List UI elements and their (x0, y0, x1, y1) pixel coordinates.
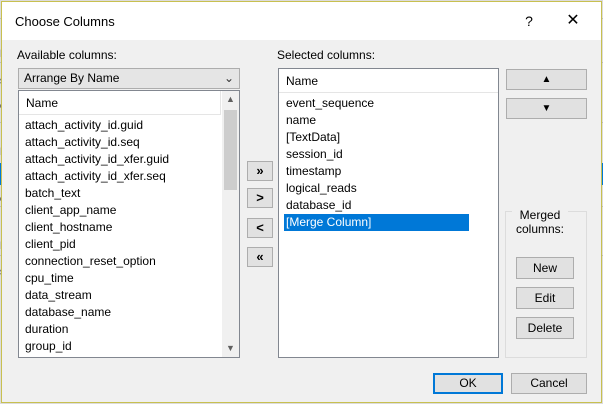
selected-column-header[interactable]: Name (279, 69, 498, 93)
list-item[interactable]: attach_activity_id.seq (19, 134, 239, 151)
remove-all-columns-button[interactable]: « (247, 247, 273, 267)
list-item[interactable]: cpu_time (19, 270, 239, 287)
cancel-button[interactable]: Cancel (511, 373, 587, 394)
list-item[interactable]: connection_reset_option (19, 253, 239, 270)
list-item[interactable]: attach_activity_id_xfer.guid (19, 151, 239, 168)
list-item[interactable]: batch_text (19, 185, 239, 202)
available-columns-label: Available columns: (17, 48, 117, 62)
list-item[interactable]: attach_activity_id_xfer.seq (19, 168, 239, 185)
available-scrollbar[interactable]: ▲ ▼ (222, 91, 239, 357)
list-item[interactable]: database_id (284, 197, 469, 214)
list-item[interactable]: event_sequence (284, 95, 469, 112)
edit-merged-column-button[interactable]: Edit (516, 287, 574, 309)
scroll-down-icon[interactable]: ▼ (222, 340, 239, 357)
ok-button[interactable]: OK (433, 373, 503, 394)
available-columns-list[interactable]: Name attach_activity_id.guid attach_acti… (18, 90, 240, 358)
list-item[interactable]: group_id (19, 338, 239, 355)
merged-columns-label: Merged columns: (512, 208, 568, 236)
add-column-button[interactable]: > (247, 188, 273, 208)
list-item[interactable]: client_hostname (19, 219, 239, 236)
list-item[interactable]: client_pid (19, 236, 239, 253)
chevron-down-icon: ⌄ (223, 71, 234, 85)
close-button[interactable]: ✕ (556, 7, 590, 35)
help-button[interactable]: ? (514, 7, 544, 35)
choose-columns-dialog: Choose Columns ? ✕ Available columns: Ar… (1, 1, 602, 403)
selected-columns-label: Selected columns: (277, 48, 376, 62)
list-item[interactable]: [Merge Column] (284, 214, 469, 231)
selected-columns-list[interactable]: Name event_sequence name [TextData] sess… (278, 68, 499, 358)
list-item[interactable]: logical_reads (284, 180, 469, 197)
arrow-up-icon: ▲ (541, 74, 552, 85)
list-item[interactable]: data_stream (19, 287, 239, 304)
remove-column-button[interactable]: < (247, 218, 273, 238)
delete-merged-column-button[interactable]: Delete (516, 317, 574, 339)
list-item[interactable]: timestamp (284, 163, 469, 180)
list-item[interactable]: session_id (284, 146, 469, 163)
list-item[interactable]: attach_activity_id.guid (19, 117, 239, 134)
list-item[interactable]: duration (19, 321, 239, 338)
arrow-down-icon: ▼ (541, 103, 552, 114)
list-item[interactable]: name (284, 112, 469, 129)
list-item[interactable]: database_name (19, 304, 239, 321)
arrange-by-value: Arrange By Name (24, 71, 120, 85)
move-down-button[interactable]: ▼ (506, 98, 587, 119)
available-items: attach_activity_id.guid attach_activity_… (19, 117, 239, 355)
dialog-title: Choose Columns (15, 14, 115, 29)
dialog-titlebar[interactable]: Choose Columns ? ✕ (2, 2, 601, 40)
move-up-button[interactable]: ▲ (506, 69, 587, 90)
list-item[interactable]: [TextData] (284, 129, 469, 146)
new-merged-column-button[interactable]: New (516, 257, 574, 279)
scroll-up-icon[interactable]: ▲ (222, 91, 239, 108)
scrollbar-thumb[interactable] (224, 110, 237, 190)
selected-items: event_sequence name [TextData] session_i… (284, 95, 469, 231)
add-all-columns-button[interactable]: » (247, 161, 273, 181)
available-column-header[interactable]: Name (19, 91, 221, 115)
arrange-by-dropdown[interactable]: Arrange By Name ⌄ (18, 68, 240, 89)
list-item[interactable]: client_app_name (19, 202, 239, 219)
